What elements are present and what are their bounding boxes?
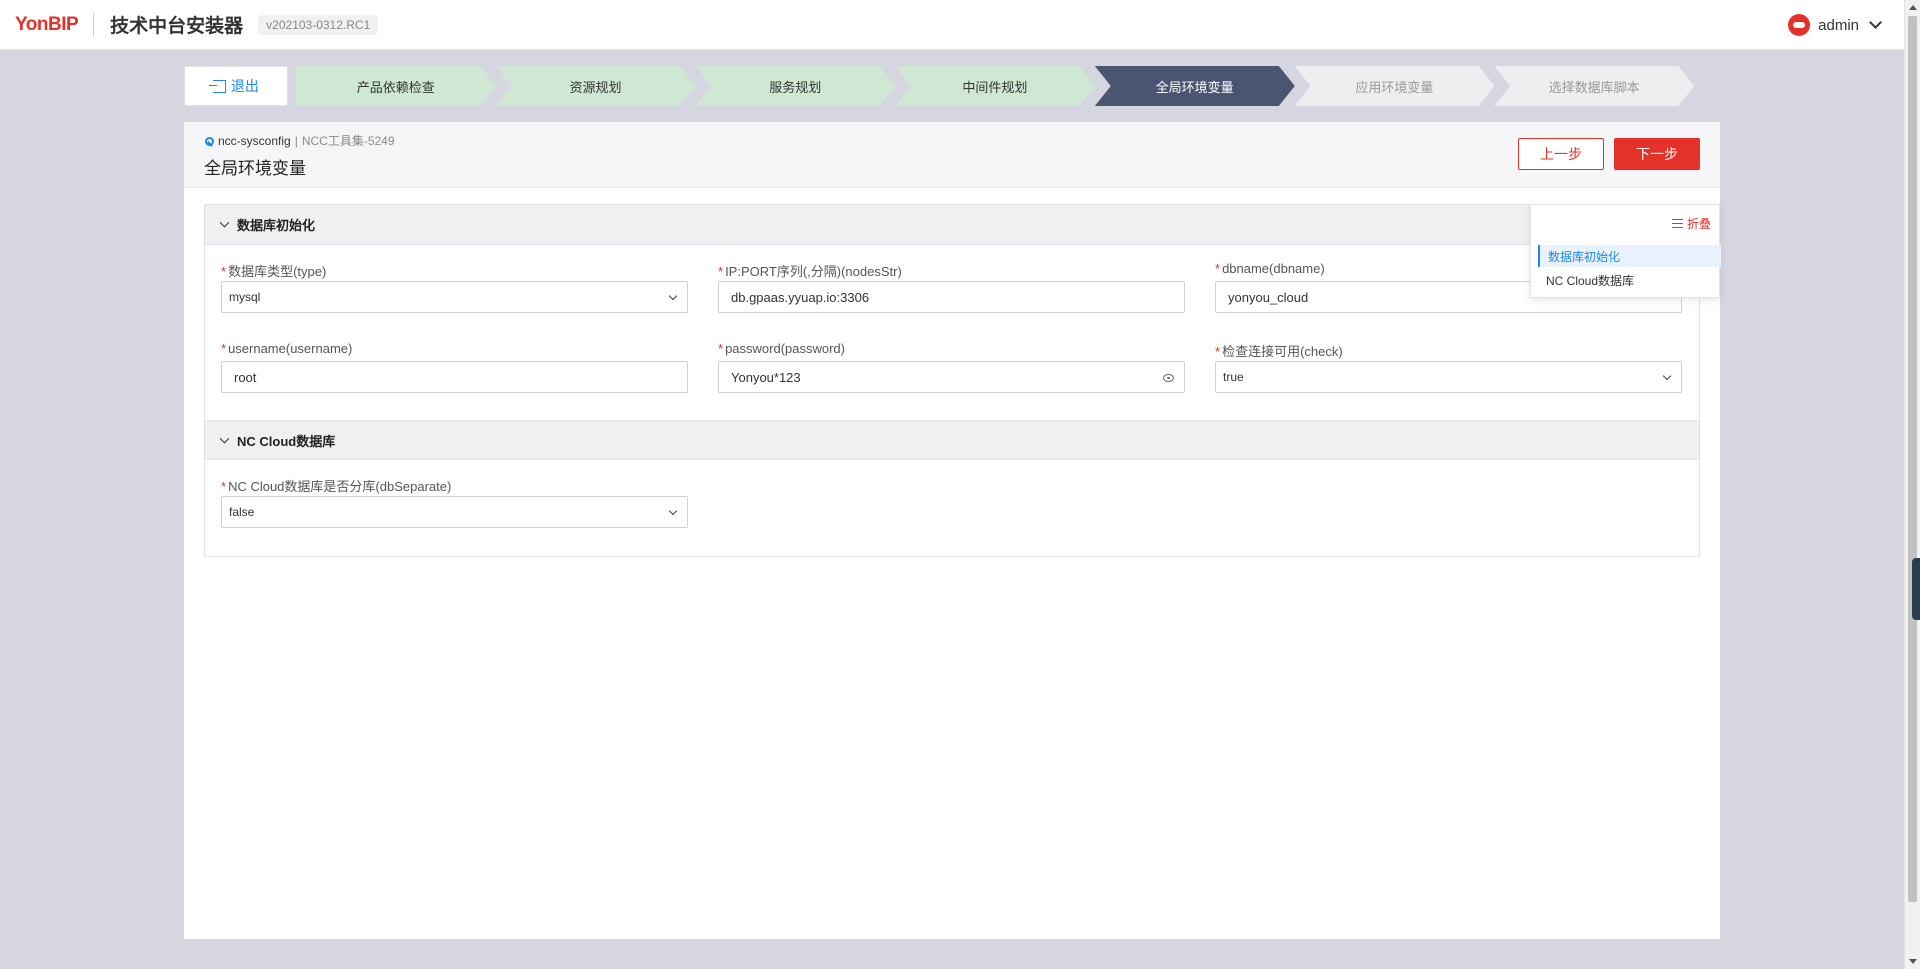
field-db-type: * 数据库类型(type) mysql <box>221 261 688 313</box>
input-value: Yonyou*123 <box>731 369 801 385</box>
scrollbar-thumb[interactable] <box>1908 16 1917 902</box>
select-value: false <box>229 505 255 519</box>
step-middleware-planning[interactable]: 中间件规划 <box>895 66 1095 106</box>
section-header-nc-cloud-db[interactable]: NC Cloud数据库 <box>205 420 1699 460</box>
select-value: mysql <box>229 290 261 304</box>
fold-label: 折叠 <box>1686 217 1711 231</box>
password-input[interactable]: Yonyou*123 <box>718 361 1185 393</box>
step-app-env-vars: 应用环境变量 <box>1294 66 1495 106</box>
field-password: * password(password) Yonyou*123 <box>718 341 1185 393</box>
db-separate-select[interactable]: false <box>221 496 688 528</box>
yonbip-logo[interactable]: YonBIP <box>15 14 79 36</box>
scroll-up-icon[interactable] <box>1909 5 1917 10</box>
chevron-down-icon <box>668 291 678 301</box>
chevron-down-icon <box>219 433 230 443</box>
step-product-dependency-check[interactable]: 产品依赖检查 <box>295 66 496 106</box>
step-select-db-script: 选择数据库脚本 <box>1494 66 1694 106</box>
nodes-str-input[interactable]: db.gpaas.yyuap.io:3306 <box>718 281 1185 313</box>
top-header: YonBIP 技术中台安装器 v202103-0312.RC1 admin <box>0 0 1904 50</box>
user-menu[interactable]: admin <box>1788 0 1882 50</box>
breadcrumb-app: ncc-sysconfig <box>218 133 291 148</box>
step-service-planning[interactable]: 服务规划 <box>695 66 896 106</box>
breadcrumb-separator: | <box>294 133 298 148</box>
app-title: 技术中台安装器 <box>110 16 244 37</box>
breadcrumb-toolset: NCC工具集-5249 <box>301 134 395 148</box>
db-type-select[interactable]: mysql <box>221 281 688 313</box>
check-select[interactable]: true <box>1215 361 1682 393</box>
step-label: 选择数据库脚本 <box>1548 79 1640 95</box>
step-label: 全局环境变量 <box>1155 79 1234 95</box>
field-label: 检查连接可用(check) <box>1222 344 1343 359</box>
step-label: 应用环境变量 <box>1355 79 1434 95</box>
username-input[interactable]: root <box>221 361 688 393</box>
username-label: admin <box>1818 16 1859 34</box>
panel-header: ncc-sysconfig | NCC工具集-5249 全局环境变量 上一步 下… <box>184 122 1720 188</box>
step-label: 服务规划 <box>769 79 822 95</box>
previous-step-button[interactable]: 上一步 <box>1518 138 1604 170</box>
field-nodes-str: * IP:PORT序列(,分隔)(nodesStr) db.gpaas.yyuap… <box>718 261 1185 313</box>
section-title: 数据库初始化 <box>237 218 316 233</box>
field-label: IP:PORT序列(,分隔)(nodesStr) <box>725 264 902 279</box>
vertical-scrollbar[interactable] <box>1904 0 1920 969</box>
field-db-separate: * NC Cloud数据库是否分库(dbSeparate) false <box>221 476 688 528</box>
nav-item-db-init[interactable]: 数据库初始化 <box>1538 245 1721 267</box>
header-divider <box>93 12 95 37</box>
collapse-list-icon <box>1671 219 1683 228</box>
field-check: * 检查连接可用(check) true <box>1215 341 1682 393</box>
field-label: NC Cloud数据库是否分库(dbSeparate) <box>228 479 452 494</box>
wrench-icon <box>204 136 214 146</box>
next-step-button[interactable]: 下一步 <box>1614 138 1700 170</box>
step-global-env-vars[interactable]: 全局环境变量 <box>1094 66 1295 106</box>
section-title: NC Cloud数据库 <box>237 433 336 449</box>
version-badge: v202103-0312.RC1 <box>258 14 379 35</box>
input-value: yonyou_cloud <box>1228 289 1309 305</box>
step-label: 中间件规划 <box>962 79 1028 95</box>
field-label: username(username) <box>228 341 353 356</box>
chevron-down-icon <box>1869 16 1882 29</box>
breadcrumb: ncc-sysconfig | NCC工具集-5249 <box>204 132 395 149</box>
scroll-down-icon[interactable] <box>1909 959 1917 964</box>
exit-label: 退出 <box>230 78 259 94</box>
input-value: db.gpaas.yyuap.io:3306 <box>731 289 870 305</box>
nav-item-nc-cloud-db[interactable]: NC Cloud数据库 <box>1538 269 1721 291</box>
field-label: dbname(dbname) <box>1222 261 1325 276</box>
chevron-down-icon <box>1662 371 1672 381</box>
section-navigator: 折叠 数据库初始化 NC Cloud数据库 <box>1530 204 1721 298</box>
env-vars-form: 数据库初始化 * 数据库类型(type) mysql * IP:PORT序列(,分隔… <box>204 204 1700 557</box>
page-title: 全局环境变量 <box>204 159 306 178</box>
step-label: 资源规划 <box>569 79 622 95</box>
fold-button[interactable]: 折叠 <box>1671 215 1711 232</box>
exit-button[interactable]: 退出 <box>184 66 288 106</box>
side-drawer-handle[interactable] <box>1912 558 1920 620</box>
step-resource-planning[interactable]: 资源规划 <box>495 66 696 106</box>
step-progress-bar: 退出 产品依赖检查 资源规划 服务规划 中间件规划 全局环境变量 应用环境变量 … <box>184 66 1694 106</box>
section-body-db-init: * 数据库类型(type) mysql * IP:PORT序列(,分隔)(nodes… <box>205 245 1699 420</box>
chevron-down-icon <box>219 217 230 228</box>
section-body-nc-cloud-db: * NC Cloud数据库是否分库(dbSeparate) false <box>205 460 1699 556</box>
eye-icon[interactable] <box>1163 374 1174 382</box>
step-label: 产品依赖检查 <box>356 79 435 95</box>
main-panel: ncc-sysconfig | NCC工具集-5249 全局环境变量 上一步 下… <box>184 122 1720 939</box>
field-label: 数据库类型(type) <box>228 264 327 279</box>
avatar-icon <box>1788 14 1811 36</box>
section-header-db-init[interactable]: 数据库初始化 <box>205 205 1699 245</box>
input-value: root <box>234 369 257 385</box>
logout-icon <box>208 79 226 93</box>
field-label: password(password) <box>725 341 845 356</box>
field-username: * username(username) root <box>221 341 688 393</box>
select-value: true <box>1223 370 1244 384</box>
chevron-down-icon <box>668 506 678 516</box>
